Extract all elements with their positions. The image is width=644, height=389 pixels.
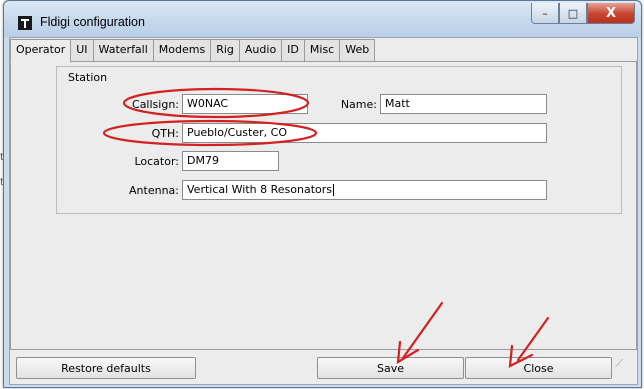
config-window: Fldigi configuration – □ X Operator UI W… <box>3 0 642 388</box>
locator-label: Locator: <box>134 155 179 168</box>
tab-ui[interactable]: UI <box>70 39 94 62</box>
station-group-label: Station <box>68 71 108 84</box>
tab-rig[interactable]: Rig <box>210 39 240 62</box>
antenna-label: Antenna: <box>129 184 179 197</box>
close-window-button[interactable]: X <box>587 3 635 24</box>
tab-modems[interactable]: Modems <box>152 39 212 62</box>
restore-defaults-button[interactable]: Restore defaults <box>16 357 196 379</box>
close-button[interactable]: Close <box>465 357 612 379</box>
locator-field[interactable]: DM79 <box>182 151 279 171</box>
close-icon: X <box>605 5 617 21</box>
button-bar: Restore defaults Save Close ⟋ <box>10 353 635 381</box>
tab-web[interactable]: Web <box>339 39 376 62</box>
qth-label: QTH: <box>151 127 179 140</box>
tab-id[interactable]: ID <box>281 39 305 62</box>
window-title: Fldigi configuration <box>40 15 145 29</box>
text-cursor <box>333 184 335 196</box>
app-icon <box>18 16 32 30</box>
name-label: Name: <box>340 98 377 111</box>
window-controls: – □ X <box>531 3 635 24</box>
tab-operator[interactable]: Operator <box>10 39 72 63</box>
title-bar[interactable]: Fldigi configuration – □ X <box>4 1 641 37</box>
callsign-field[interactable]: W0NAC <box>182 94 308 114</box>
dialog-client-area: Operator UI Waterfall Modems Rig Audio I… <box>9 37 638 385</box>
tab-misc[interactable]: Misc <box>303 39 341 62</box>
callsign-label: Callsign: <box>132 98 179 111</box>
resize-grip-icon[interactable]: ⟋ <box>615 357 623 371</box>
minimize-button[interactable]: – <box>531 3 559 24</box>
antenna-field[interactable]: Vertical With 8 Resonators <box>182 180 547 200</box>
qth-field[interactable]: Pueblo/Custer, CO <box>182 123 547 143</box>
tab-audio[interactable]: Audio <box>238 39 283 62</box>
antenna-value: Vertical With 8 Resonators <box>187 183 333 196</box>
tab-waterfall[interactable]: Waterfall <box>92 39 154 62</box>
operator-panel: Station Callsign: W0NAC Name: Matt QTH: … <box>10 61 637 350</box>
name-field[interactable]: Matt <box>380 94 547 114</box>
save-button[interactable]: Save <box>317 357 464 379</box>
tab-bar: Operator UI Waterfall Modems Rig Audio I… <box>10 39 376 63</box>
maximize-button[interactable]: □ <box>559 3 587 24</box>
maximize-icon: □ <box>567 6 579 20</box>
minimize-icon: – <box>542 6 548 20</box>
station-group: Station Callsign: W0NAC Name: Matt QTH: … <box>56 66 622 214</box>
